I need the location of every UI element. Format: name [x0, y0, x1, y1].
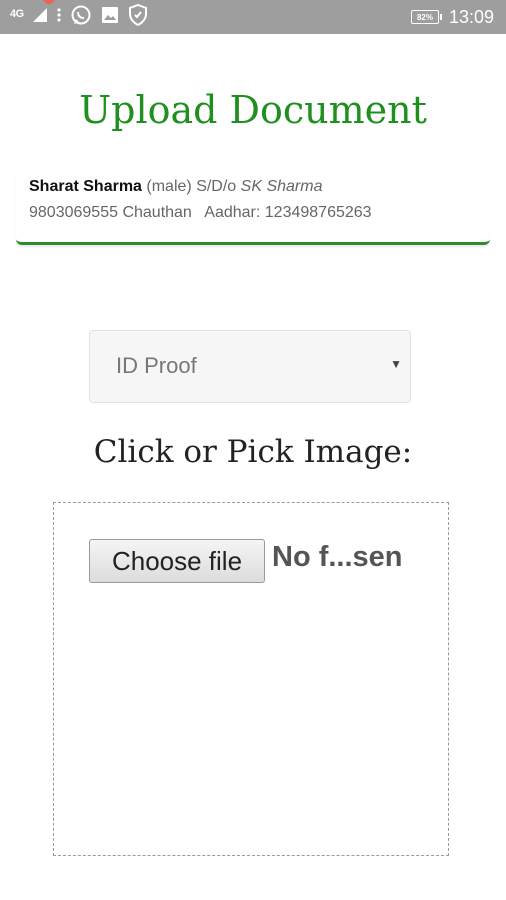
document-type-selected: ID Proof	[116, 353, 197, 378]
file-status-text: No f...sen	[272, 541, 403, 573]
document-type-select[interactable]: ID Proof ▼	[89, 330, 411, 403]
image-icon	[100, 5, 120, 30]
person-location: Chauthan	[122, 204, 192, 221]
person-info-card: Sharat Sharma (male) S/D/o SK Sharma 980…	[16, 172, 490, 245]
image-dropzone[interactable]: Choose file No f...sen	[53, 502, 449, 856]
aadhar-label: Aadhar:	[204, 204, 261, 221]
person-line-2: 9803069555 Chauthan Aadhar: 123498765263	[29, 204, 372, 222]
clock: 13:09	[448, 6, 494, 27]
more-vert-icon	[56, 7, 62, 28]
signal-icon	[32, 7, 48, 28]
shield-icon	[128, 3, 148, 31]
pick-image-label: Click or Pick Image:	[93, 434, 413, 470]
relation-label: S/D/o	[196, 178, 237, 195]
status-right: 82% 13:09	[410, 0, 494, 34]
person-name: Sharat Sharma	[29, 178, 142, 195]
status-bar: 4G 82% 13:09	[0, 0, 506, 34]
person-line-1: Sharat Sharma (male) S/D/o SK Sharma	[29, 178, 322, 196]
person-gender: (male)	[146, 178, 192, 195]
battery-percent: 82%	[416, 12, 433, 22]
person-phone: 9803069555	[29, 204, 118, 221]
network-type: 4G	[10, 8, 24, 20]
parent-name: SK Sharma	[240, 178, 323, 195]
aadhar-number: 123498765263	[264, 204, 372, 221]
page-title: Upload Document	[79, 88, 427, 132]
battery-icon: 82%	[410, 10, 442, 24]
status-left-icons: 4G	[10, 0, 148, 34]
choose-file-button[interactable]: Choose file	[89, 539, 265, 583]
whatsapp-icon	[70, 4, 92, 31]
dropdown-arrow-icon: ▼	[390, 357, 402, 371]
